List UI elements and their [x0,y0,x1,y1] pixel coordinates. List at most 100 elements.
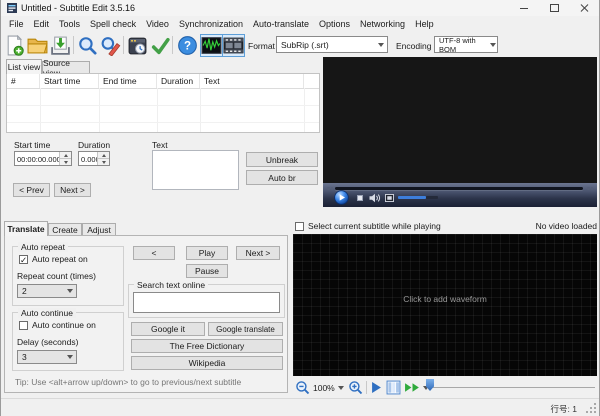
translate-pause-button[interactable]: Pause [186,264,228,278]
prev-subtitle-button[interactable]: < Prev [13,183,50,197]
auto-br-button[interactable]: Auto br [246,170,318,185]
replace-button[interactable] [99,34,122,57]
google-it-button[interactable]: Google it [131,322,205,336]
column-end-time[interactable]: End time [99,74,157,88]
translate-next-button[interactable]: Next > [236,246,280,260]
auto-repeat-checkbox-label: Auto repeat on [32,254,88,264]
auto-repeat-checkbox[interactable] [19,255,28,266]
search-online-input[interactable] [133,292,280,313]
duration-stepper[interactable]: 0.000 [78,151,110,166]
stop-button[interactable] [357,195,363,201]
menu-file[interactable]: File [4,19,29,29]
column-start-time[interactable]: Start time [40,74,99,88]
auto-continue-checkbox[interactable] [19,321,28,330]
volume-slider[interactable] [398,196,426,199]
format-combobox[interactable]: SubRip (.srt) [276,36,388,53]
encoding-value: UTF-8 with BOM [439,35,476,54]
menu-help[interactable]: Help [410,19,439,29]
translate-prev-button[interactable]: < [133,246,175,260]
filmstrip-icon [223,37,244,54]
help-button[interactable]: ? [176,34,199,57]
volume-icon[interactable] [369,193,381,203]
translate-play-button[interactable]: Play [186,246,228,260]
select-current-subtitle-label: Select current subtitle while playing [308,221,441,231]
video-player-surface[interactable] [323,57,597,207]
waveform-zoom-value[interactable]: 100% [313,383,335,393]
waveform-zoom-in-button[interactable] [348,380,363,395]
toolbar-separator [172,36,173,54]
subtitle-edit-window: Untitled - Subtitle Edit 3.5.16 File Edi… [0,0,600,416]
subtitle-text-input[interactable] [152,150,239,190]
new-file-button[interactable] [3,34,26,57]
menu-edit[interactable]: Edit [29,19,55,29]
play-button[interactable] [334,190,349,205]
maximize-button[interactable] [539,0,569,16]
column-duration[interactable]: Duration [157,74,200,88]
menu-bar: File Edit Tools Spell check Video Synchr… [1,16,599,31]
menu-synchronization[interactable]: Synchronization [174,19,248,29]
repeat-count-combobox[interactable]: 2 [17,284,77,298]
google-translate-button[interactable]: Google translate [208,322,283,336]
no-video-loaded-label: No video loaded [535,221,597,231]
unbreak-button[interactable]: Unbreak [246,152,318,167]
spin-up-button[interactable] [98,152,109,159]
close-button[interactable] [569,0,599,16]
find-button[interactable] [76,34,99,57]
show-columns-button[interactable] [386,380,401,395]
column-extra [304,74,319,88]
open-file-button[interactable] [26,34,49,57]
toggle-video-button[interactable] [222,34,245,57]
spin-up-button[interactable] [60,152,71,159]
svg-text:?: ? [184,41,191,53]
play-icon [334,190,349,205]
wikipedia-button[interactable]: Wikipedia [131,356,283,370]
new-file-icon [7,35,24,56]
tab-translate[interactable]: Translate [4,221,48,236]
column-text[interactable]: Text [200,74,304,88]
spell-check-button[interactable] [149,34,172,57]
speed-slider-track[interactable] [428,387,595,388]
menu-options[interactable]: Options [314,19,355,29]
menu-video[interactable]: Video [141,19,174,29]
spin-down-button[interactable] [60,159,71,165]
title-bar: Untitled - Subtitle Edit 3.5.16 [1,0,599,16]
toggle-waveform-button[interactable] [200,34,223,57]
tab-list-view[interactable]: List view [6,59,42,74]
toolbar-separator [123,36,124,54]
waveform-zoom-out-button[interactable] [295,380,310,395]
video-seek-bar[interactable] [335,187,583,190]
start-time-stepper[interactable]: 00:00:00.000 [14,151,72,166]
playback-speed-button[interactable] [404,380,421,395]
auto-continue-checkbox-label: Auto continue on [32,320,96,330]
text-label: Text [152,140,168,150]
next-subtitle-button[interactable]: Next > [54,183,91,197]
search-replace-icon [101,37,121,56]
chevron-down-icon [63,285,76,297]
delay-combobox[interactable]: 3 [17,350,77,364]
encoding-combobox[interactable]: UTF-8 with BOM [434,35,498,54]
save-icon [51,36,70,55]
line-number-status: 行号: 1 [550,404,577,414]
menu-tools[interactable]: Tools [54,19,85,29]
waveform-canvas[interactable]: Click to add waveform [293,234,597,376]
spin-down-button[interactable] [98,159,109,165]
resize-grip[interactable] [586,403,596,413]
menu-spell-check[interactable]: Spell check [85,19,141,29]
column-number[interactable]: # [7,74,40,88]
waveform-play-button[interactable] [371,380,382,395]
repeat-count-value: 2 [22,286,27,296]
chevron-down-icon[interactable] [338,386,344,390]
seek-right-grip [587,187,593,190]
minimize-button[interactable] [509,0,539,16]
visual-sync-button[interactable] [126,34,149,57]
subtitle-list-view[interactable]: # Start time End time Duration Text [6,73,320,133]
menu-auto-translate[interactable]: Auto-translate [248,19,314,29]
fast-forward-icon [405,383,419,392]
menu-networking[interactable]: Networking [355,19,410,29]
select-current-subtitle-checkbox[interactable] [295,222,304,231]
fullscreen-icon[interactable] [385,194,394,202]
chevron-down-icon [488,37,497,52]
free-dictionary-button[interactable]: The Free Dictionary [131,339,283,353]
save-button[interactable] [49,34,72,57]
help-icon: ? [178,36,197,55]
